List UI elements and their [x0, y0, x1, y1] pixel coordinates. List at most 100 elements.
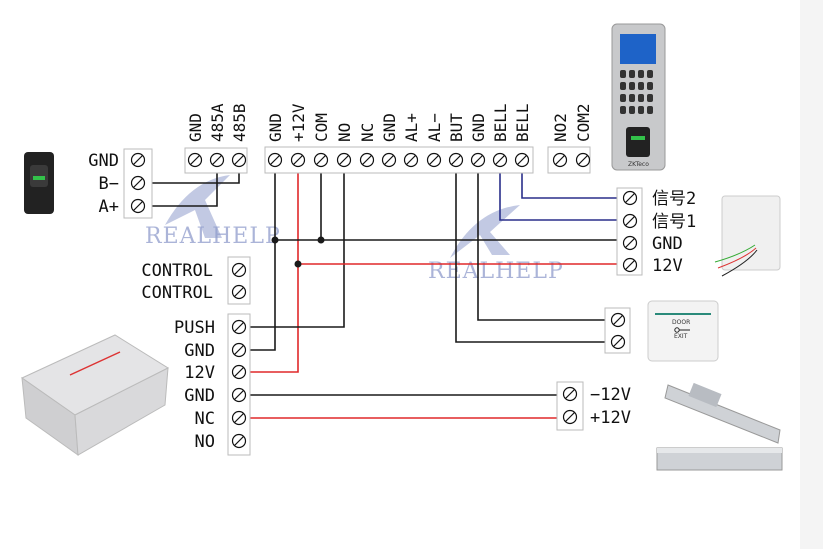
keypad-key: [638, 106, 644, 114]
terminal-label: GND: [88, 151, 119, 171]
magnetic-lock-image: [656, 447, 783, 471]
screw-terminal: [231, 319, 247, 335]
screw-terminal: [130, 152, 146, 168]
screw-terminal: [231, 433, 247, 449]
wire-push: [250, 172, 345, 328]
screw-terminal: [562, 386, 578, 402]
terminal-label: +12V: [289, 103, 308, 142]
terminal-label: COM2: [574, 103, 593, 142]
screw-terminal: [313, 152, 329, 168]
access-terminal-image: ZKTeco: [611, 23, 666, 171]
screw-terminal: [231, 342, 247, 358]
screw-terminal: [610, 334, 626, 350]
terminal-label: AL+: [402, 113, 421, 142]
screw-terminal: [231, 284, 247, 300]
screw-terminal: [492, 152, 508, 168]
screw-terminal: [231, 364, 247, 380]
terminal-label: NO: [195, 432, 215, 452]
terminal-label: 12V: [184, 363, 215, 383]
keypad-key: [620, 70, 626, 78]
wire-12v: [250, 172, 299, 373]
screw-terminal: [231, 387, 247, 403]
keypad-key: [647, 94, 653, 102]
terminal-label: 485B: [230, 103, 249, 142]
screw-terminal: [575, 152, 591, 168]
terminal-label: BUT: [447, 113, 466, 142]
keypad-key: [620, 94, 626, 102]
screw-terminal: [403, 152, 419, 168]
screw-terminal: [209, 152, 225, 168]
screw-terminal: [562, 409, 578, 425]
terminal-label: NC: [195, 409, 215, 429]
screw-terminal: [514, 152, 530, 168]
keypad-key: [629, 94, 635, 102]
terminal-label: GND: [380, 113, 399, 142]
keypad-key: [638, 70, 644, 78]
doorbell-image: [714, 195, 781, 277]
svg-text:REALHELP: REALHELP: [428, 259, 564, 284]
electric-bolt-lock-image: [664, 382, 781, 444]
junction-dot: [317, 236, 325, 244]
screw-terminal: [622, 213, 638, 229]
terminal-label: B−: [99, 174, 119, 194]
junction-dot: [271, 236, 279, 244]
wire-bell-1: [499, 172, 620, 221]
screw-terminal: [231, 152, 247, 168]
terminal-label: NO: [335, 123, 354, 142]
keypad-key: [620, 82, 626, 90]
terminal-label: NC: [358, 123, 377, 142]
exit-button-label: EXIT: [674, 333, 688, 340]
keypad-key: [629, 82, 635, 90]
screw-terminal: [290, 152, 306, 168]
keypad-key: [629, 106, 635, 114]
screw-terminal: [130, 198, 146, 214]
screw-terminal: [622, 235, 638, 251]
wires: [150, 172, 620, 419]
keypad-key: [638, 82, 644, 90]
screw-terminal: [426, 152, 442, 168]
terminal-label: GND: [184, 341, 215, 361]
terminal-label: CONTROL: [141, 261, 213, 281]
terminal-label: GND: [652, 234, 683, 254]
wiring-diagram: REALHELP REALHELP GND B− A+ GND 485A 485…: [0, 0, 823, 549]
watermark-left: REALHELP: [145, 175, 281, 249]
keypad-key: [647, 82, 653, 90]
terminal-label: −12V: [590, 385, 631, 405]
screw-terminal: [231, 410, 247, 426]
screw-terminal: [130, 175, 146, 191]
screw-terminal: [336, 152, 352, 168]
keypad-key: [629, 70, 635, 78]
terminal-label: GND: [186, 113, 205, 142]
fingerprint-reader-image: [24, 152, 54, 214]
terminal-label: PUSH: [174, 318, 215, 338]
psu-terminal-block: [227, 313, 251, 456]
keypad-key: [620, 106, 626, 114]
wire-bell-2: [521, 172, 620, 199]
wire-gnd: [250, 172, 276, 351]
terminal-label: AL−: [425, 113, 444, 142]
terminal-label: NO2: [551, 113, 570, 142]
fingerprint-sensor: [626, 127, 650, 157]
keypad-key: [647, 70, 653, 78]
terminal-label: BELL: [491, 103, 510, 142]
screw-terminal: [622, 190, 638, 206]
terminal-label: A+: [99, 197, 119, 217]
screw-terminal: [267, 152, 283, 168]
screw-terminal: [470, 152, 486, 168]
terminal-label: GND: [184, 386, 215, 406]
junction-dot: [294, 260, 302, 268]
terminal-label: 信号2: [652, 189, 696, 209]
terminal-label: 12V: [652, 256, 683, 276]
main-terminal-block: [264, 146, 534, 174]
screw-terminal: [359, 152, 375, 168]
screw-terminal: [231, 262, 247, 278]
screw-terminal: [187, 152, 203, 168]
device-brand: ZKTeco: [628, 161, 649, 168]
svg-text:REALHELP: REALHELP: [145, 224, 281, 249]
screw-terminal: [622, 257, 638, 273]
terminal-label: 信号1: [652, 212, 696, 232]
screw-terminal: [552, 152, 568, 168]
terminal-label: 485A: [208, 103, 227, 142]
power-supply-image: [20, 334, 170, 457]
terminal-label: GND: [266, 113, 285, 142]
